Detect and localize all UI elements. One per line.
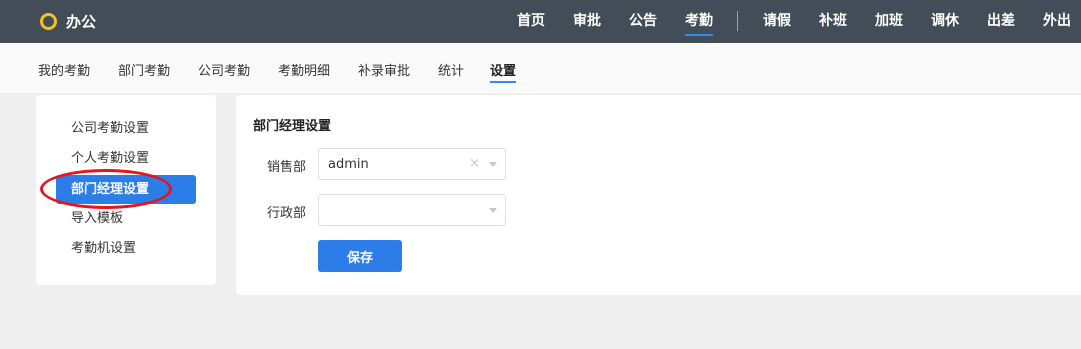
sidebar-item-import-template[interactable]: 导入模板	[56, 204, 196, 233]
app-title: 办公	[66, 12, 97, 31]
section-title: 部门经理设置	[253, 119, 332, 134]
chevron-down-icon	[489, 162, 497, 167]
chevron-down-icon	[489, 208, 497, 213]
tab-dept-attendance[interactable]: 部门考勤	[118, 60, 170, 84]
admin-manager-select[interactable]	[318, 194, 506, 226]
tab-supplement-approval[interactable]: 补录审批	[358, 60, 410, 84]
sidebar-item-personal-settings[interactable]: 个人考勤设置	[56, 144, 196, 173]
sales-manager-value: admin	[328, 157, 369, 172]
circle-logo-icon	[40, 12, 57, 30]
main-panel: 部门经理设置 销售部 admin × 行政部 保存	[236, 95, 1081, 295]
topnav-item-overtime[interactable]: 加班	[875, 0, 903, 43]
field-label-admin: 行政部	[266, 206, 306, 221]
top-bar: 办公 首页 审批 公告 考勤 请假 补班 加班 调休 出差 外出	[0, 0, 1081, 43]
topnav-item-makeup-shift[interactable]: 补班	[819, 0, 847, 43]
topnav-item-attendance[interactable]: 考勤	[685, 0, 713, 43]
tab-my-attendance[interactable]: 我的考勤	[38, 60, 90, 84]
topnav-item-compensatory[interactable]: 调休	[931, 0, 959, 43]
app-logo[interactable]: 办公	[40, 11, 96, 31]
sidebar-item-device-settings[interactable]: 考勤机设置	[56, 234, 196, 263]
tab-company-attendance[interactable]: 公司考勤	[198, 60, 250, 84]
sub-nav: 我的考勤 部门考勤 公司考勤 考勤明细 补录审批 统计 设置	[0, 43, 1081, 93]
sidebar-item-dept-manager-settings[interactable]: 部门经理设置	[56, 175, 196, 204]
tab-statistics[interactable]: 统计	[438, 60, 464, 84]
close-icon[interactable]: ×	[469, 156, 480, 171]
settings-sidebar: 公司考勤设置 个人考勤设置 部门经理设置 导入模板 考勤机设置	[36, 95, 216, 285]
field-label-sales: 销售部	[266, 160, 306, 175]
sales-manager-select[interactable]: admin ×	[318, 148, 506, 180]
save-button[interactable]: 保存	[318, 240, 402, 272]
topnav-divider	[737, 11, 738, 31]
topnav-item-home[interactable]: 首页	[517, 0, 545, 43]
tab-settings[interactable]: 设置	[490, 60, 517, 84]
sidebar-item-company-settings[interactable]: 公司考勤设置	[56, 114, 196, 143]
topnav-item-notice[interactable]: 公告	[629, 0, 657, 43]
topnav-item-approval[interactable]: 审批	[573, 0, 601, 43]
topnav-item-business-trip[interactable]: 出差	[987, 0, 1015, 43]
tab-attendance-details[interactable]: 考勤明细	[278, 60, 330, 84]
topnav-item-leave[interactable]: 请假	[763, 0, 791, 43]
topnav-item-out[interactable]: 外出	[1043, 0, 1071, 43]
